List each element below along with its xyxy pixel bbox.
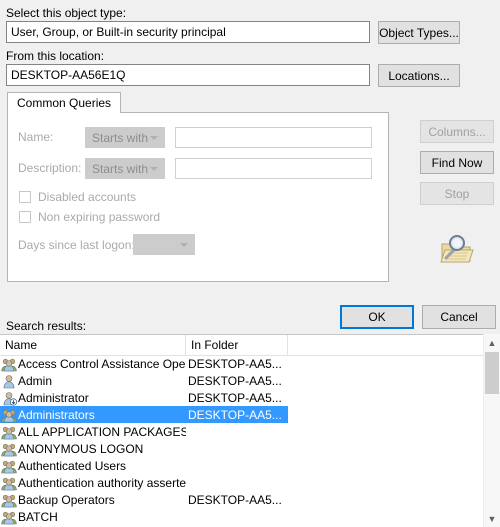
row-in-folder: DESKTOP-AA5...: [188, 390, 282, 405]
row-name: Authenticated Users: [18, 458, 127, 473]
description-input[interactable]: [175, 158, 372, 179]
search-results-list[interactable]: Name In Folder Access Control Assistance…: [0, 334, 500, 527]
group-icon: [0, 458, 18, 474]
table-row[interactable]: Backup Operators DESKTOP-AA5...: [0, 491, 500, 508]
table-row[interactable]: Administrator DESKTOP-AA5...: [0, 389, 500, 406]
object-type-field[interactable]: User, Group, or Built-in security princi…: [6, 21, 370, 43]
user-admin-icon: [0, 390, 18, 406]
cancel-button[interactable]: Cancel: [422, 305, 496, 329]
column-header-filler: [288, 335, 482, 355]
results-column-headers: Name In Folder: [0, 335, 500, 356]
row-in-folder: DESKTOP-AA5...: [188, 492, 282, 507]
description-operator-select[interactable]: Starts with: [85, 158, 165, 179]
object-type-label: Select this object type:: [6, 6, 127, 20]
table-row[interactable]: Access Control Assistance Opera...DESKTO…: [0, 355, 500, 372]
description-label: Description:: [18, 161, 82, 175]
stop-button[interactable]: Stop: [420, 182, 494, 205]
group-icon: [0, 424, 18, 440]
row-name: Access Control Assistance Opera...: [18, 356, 186, 371]
chevron-down-icon: [150, 166, 158, 171]
tab-strip: Common Queries: [7, 92, 389, 113]
group-icon: [0, 407, 18, 423]
group-icon: [0, 475, 18, 491]
name-operator-value: Starts with: [92, 130, 149, 145]
table-row[interactable]: Admin DESKTOP-AA5...: [0, 372, 500, 389]
chevron-down-icon: [150, 135, 158, 140]
object-types-button[interactable]: Object Types...: [378, 21, 460, 44]
row-in-folder: DESKTOP-AA5...: [188, 356, 282, 371]
location-label: From this location:: [6, 49, 105, 63]
chevron-down-icon: [180, 242, 188, 247]
row-name: Admin: [18, 373, 53, 388]
search-results-label: Search results:: [6, 319, 87, 333]
non-expiring-password-checkbox[interactable]: [19, 211, 31, 223]
group-icon: [0, 441, 18, 457]
disabled-accounts-label: Disabled accounts: [38, 190, 137, 204]
group-icon: [0, 509, 18, 525]
table-row[interactable]: Authentication authority asserted i...: [0, 474, 500, 491]
tab-common-queries[interactable]: Common Queries: [7, 92, 122, 113]
table-row[interactable]: BATCH: [0, 508, 500, 525]
table-row[interactable]: ALL APPLICATION PACKAGES: [0, 423, 500, 440]
row-name: ALL APPLICATION PACKAGES: [18, 424, 186, 439]
row-name: Administrators: [18, 407, 95, 422]
name-input[interactable]: [175, 127, 372, 148]
group-icon: [0, 492, 18, 508]
column-header-in-folder[interactable]: In Folder: [186, 335, 288, 355]
scrollbar-thumb[interactable]: [485, 352, 499, 394]
row-name: Backup Operators: [18, 492, 115, 507]
ok-button[interactable]: OK: [340, 305, 414, 329]
row-name: Administrator: [18, 390, 89, 405]
columns-button[interactable]: Columns...: [420, 120, 494, 143]
location-field[interactable]: DESKTOP-AA56E1Q: [6, 64, 370, 86]
disabled-accounts-checkbox[interactable]: [19, 191, 31, 203]
disabled-accounts-checkbox-row[interactable]: Disabled accounts: [19, 190, 136, 204]
row-name: ANONYMOUS LOGON: [18, 441, 144, 456]
chevron-up-icon[interactable]: ▲: [484, 334, 500, 351]
find-now-button[interactable]: Find Now: [420, 151, 494, 174]
table-row[interactable]: Administrators DESKTOP-AA5...: [0, 406, 500, 423]
chevron-down-icon[interactable]: ▼: [484, 510, 500, 527]
table-row[interactable]: ANONYMOUS LOGON: [0, 440, 500, 457]
results-rows-container: Access Control Assistance Opera...DESKTO…: [0, 355, 500, 527]
row-in-folder: DESKTOP-AA5...: [188, 373, 282, 388]
days-since-last-logon-label: Days since last logon:: [18, 238, 135, 252]
group-icon: [0, 356, 18, 372]
row-in-folder: DESKTOP-AA5...: [188, 407, 282, 422]
description-operator-value: Starts with: [92, 161, 149, 176]
row-name: Authentication authority asserted i...: [18, 475, 186, 490]
name-operator-select[interactable]: Starts with: [85, 127, 165, 148]
name-label: Name:: [18, 130, 54, 144]
user-icon: [0, 373, 18, 389]
column-header-name[interactable]: Name: [0, 335, 186, 355]
results-scrollbar[interactable]: ▲ ▼: [483, 334, 500, 527]
days-since-last-logon-select[interactable]: [133, 234, 195, 255]
locations-button[interactable]: Locations...: [378, 64, 460, 87]
table-row[interactable]: Authenticated Users: [0, 457, 500, 474]
non-expiring-password-checkbox-row[interactable]: Non expiring password: [19, 210, 160, 224]
magnifier-folder-icon: [432, 228, 476, 270]
non-expiring-password-label: Non expiring password: [38, 210, 161, 224]
row-name: BATCH: [18, 509, 58, 524]
